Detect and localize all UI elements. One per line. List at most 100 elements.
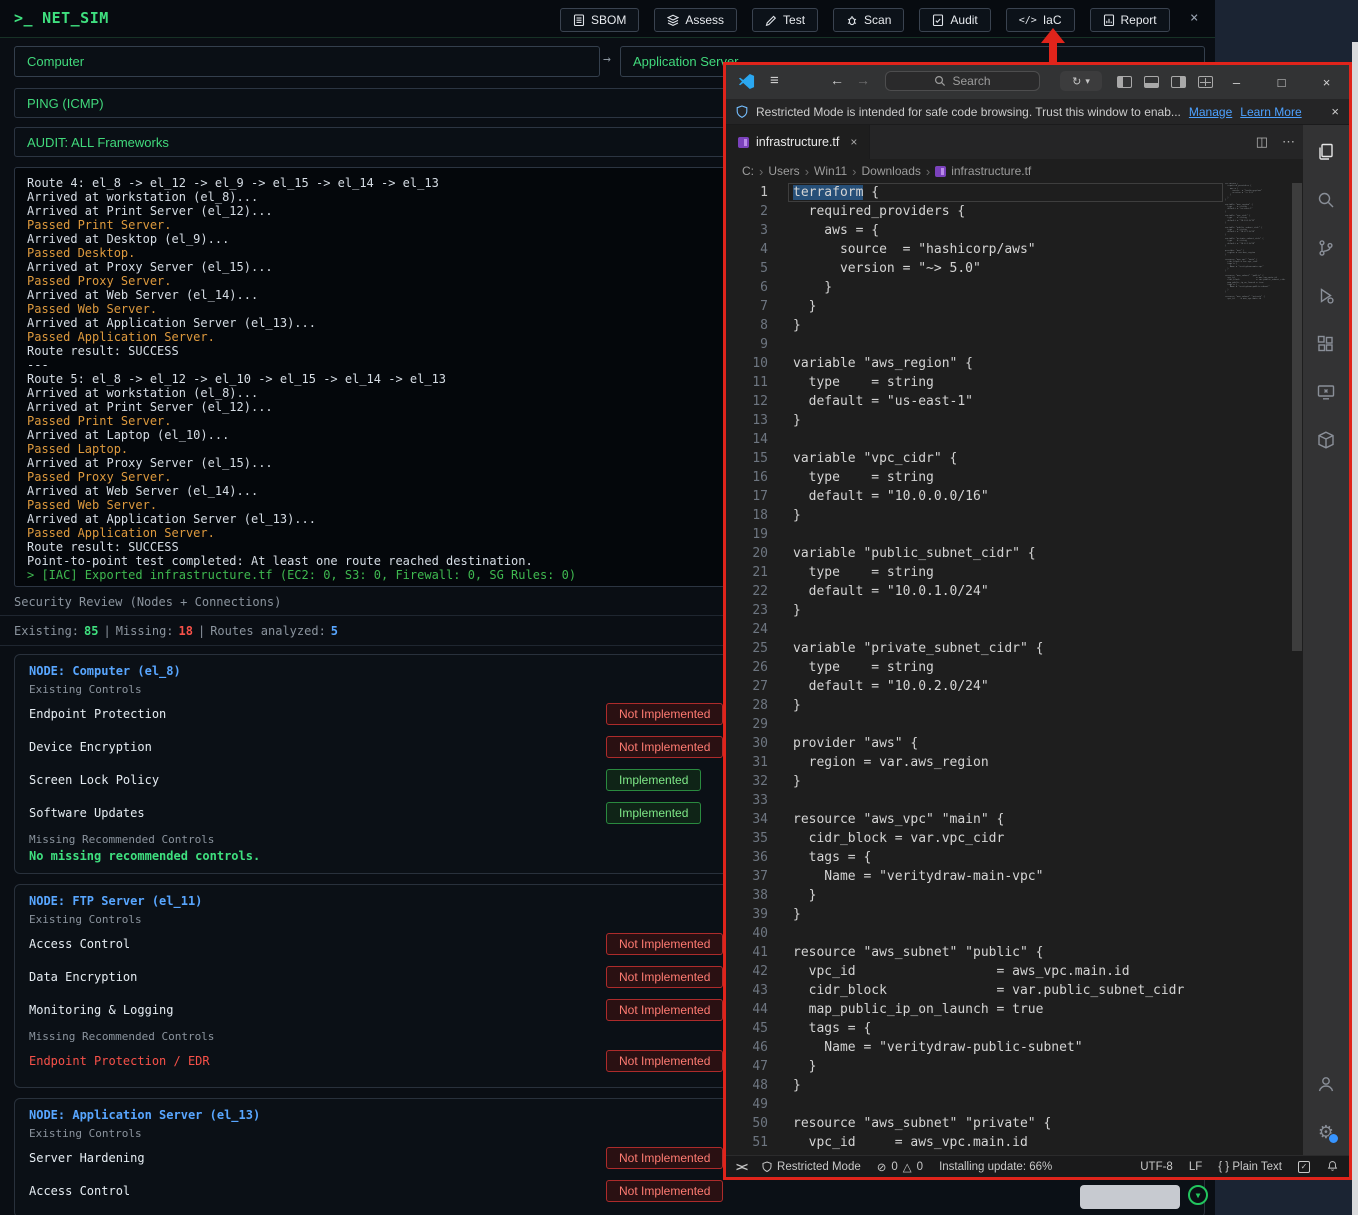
code-editor[interactable]: 1terraform {2 required_providers {3 aws … [726,183,1303,1155]
report-button[interactable]: Report [1090,8,1170,32]
line-number: 20 [726,544,768,563]
scroll-down-button[interactable]: ▼ [1188,1185,1208,1205]
code-text: resource "aws_subnet" "private" { [768,1114,1051,1133]
control-status-badge: Not Implemented [606,999,723,1021]
netsim-titlebar: >_ NET_SIM SBOM Assess Test Sca [0,0,1215,38]
code-text: variable "vpc_cidr" { [768,449,957,468]
window-edge-sliver [1352,42,1358,1215]
settings-gear-icon[interactable]: ⚙ [1315,1121,1337,1143]
line-number: 22 [726,582,768,601]
package-icon[interactable] [1315,429,1337,451]
line-number: 40 [726,924,768,943]
language-mode-status[interactable]: { } Plain Text [1218,1161,1282,1173]
customize-layout-icon[interactable] [1198,76,1213,88]
sync-dropdown-button[interactable]: ↻ ▾ [1060,71,1102,91]
notifications-bell-icon[interactable] [1326,1160,1339,1173]
control-status-badge: Implemented [606,769,701,791]
code-text: tags = { [768,848,871,867]
breadcrumb-item[interactable]: Downloads [862,164,921,178]
test-button[interactable]: Test [752,8,818,32]
forward-icon[interactable]: → [856,72,870,88]
code-text: } [768,886,816,905]
code-line: 40 [726,924,1303,943]
source-control-icon[interactable] [1315,237,1337,259]
document-icon [573,14,585,27]
breadcrumb-item[interactable]: C: [742,164,754,178]
explorer-icon[interactable] [1315,141,1337,163]
eol-status[interactable]: LF [1189,1161,1202,1173]
manage-link[interactable]: Manage [1189,105,1232,119]
control-name: Software Updates [29,806,145,820]
tab-close-icon[interactable]: × [850,135,857,149]
audit-section-label: AUDIT: ALL Frameworks [27,135,169,150]
code-line: 50resource "aws_subnet" "private" { [726,1114,1303,1133]
update-status[interactable]: Installing update: 66% [939,1161,1052,1173]
control-name: Server Hardening [29,1151,145,1165]
menu-icon[interactable]: ≡ [770,72,779,89]
source-node-select[interactable]: Computer [14,46,600,77]
breadcrumb-item[interactable]: Users [768,164,799,178]
stats-separator: | [198,624,205,638]
code-line: 37 Name = "veritydraw-main-vpc" [726,867,1303,886]
encoding-status[interactable]: UTF-8 [1140,1161,1173,1173]
toggle-sidebar-icon[interactable] [1117,76,1132,88]
minimap[interactable]: terraform { required_providers { aws = {… [1225,183,1291,333]
netsim-close-icon[interactable]: × [1190,10,1198,26]
app-title-text: NET_SIM [42,9,109,27]
button-label: Assess [685,13,724,27]
problems-status[interactable]: ⊘ 0 △ 0 [877,1160,923,1174]
code-line: 4 source = "hashicorp/aws" [726,240,1303,259]
code-line: 19 [726,525,1303,544]
selected-word: terraform [793,185,863,200]
split-editor-icon[interactable]: ◫ [1256,134,1268,150]
ping-section-label: PING (ICMP) [27,96,104,111]
code-line: 27 default = "10.0.2.0/24" [726,677,1303,696]
existing-value: 85 [84,624,98,638]
scrollbar-thumb[interactable] [1292,183,1302,651]
back-icon[interactable]: ← [830,72,844,88]
code-line: 2 required_providers { [726,202,1303,221]
code-line: 30provider "aws" { [726,734,1303,753]
learn-more-link[interactable]: Learn More [1240,105,1301,119]
remote-indicator[interactable]: >< [736,1160,746,1174]
code-text: source = "hashicorp/aws" [768,240,1036,259]
button-label: IaC [1043,13,1062,27]
check-square-icon[interactable]: ✓ [1298,1161,1310,1173]
close-icon[interactable]: × [1304,65,1349,99]
code-line: 20variable "public_subnet_cidr" { [726,544,1303,563]
search-input[interactable]: Search [885,71,1040,91]
control-name: Access Control [29,937,130,951]
restricted-mode-status[interactable]: Restricted Mode [762,1161,861,1173]
code-text [768,924,793,943]
missing-value: 18 [179,624,193,638]
run-debug-icon[interactable] [1315,285,1337,307]
window-controls: – □ × [1214,65,1349,99]
code-text: } [768,316,801,335]
assess-button[interactable]: Assess [654,8,737,32]
code-text: } [768,278,832,297]
line-number: 24 [726,620,768,639]
minimize-icon[interactable]: – [1214,65,1259,99]
search-icon [934,75,946,87]
breadcrumb-item[interactable]: infrastructure.tf [935,164,1031,178]
code-line: 5 version = "~> 5.0" [726,259,1303,278]
more-actions-icon[interactable]: ⋯ [1282,134,1295,150]
extensions-icon[interactable] [1315,333,1337,355]
audit-button[interactable]: Audit [919,8,990,32]
maximize-icon[interactable]: □ [1259,65,1304,99]
account-icon[interactable] [1315,1073,1337,1095]
banner-close-icon[interactable]: × [1331,104,1339,119]
code-text: provider "aws" { [768,734,918,753]
banner-text: Restricted Mode is intended for safe cod… [756,105,1181,119]
sbom-button[interactable]: SBOM [560,8,639,32]
vscode-titlebar: ≡ ← → Search ↻ ▾ – □ × [726,65,1349,99]
code-line: 28} [726,696,1303,715]
toggle-secondary-sidebar-icon[interactable] [1171,76,1186,88]
toggle-panel-icon[interactable] [1144,76,1159,88]
remote-explorer-icon[interactable] [1315,381,1337,403]
search-sidebar-icon[interactable] [1315,189,1337,211]
scan-button[interactable]: Scan [833,8,904,32]
tab-infrastructure-tf[interactable]: infrastructure.tf × [726,125,870,159]
code-text: type = string [768,658,934,677]
breadcrumb-item[interactable]: Win11 [814,164,847,178]
